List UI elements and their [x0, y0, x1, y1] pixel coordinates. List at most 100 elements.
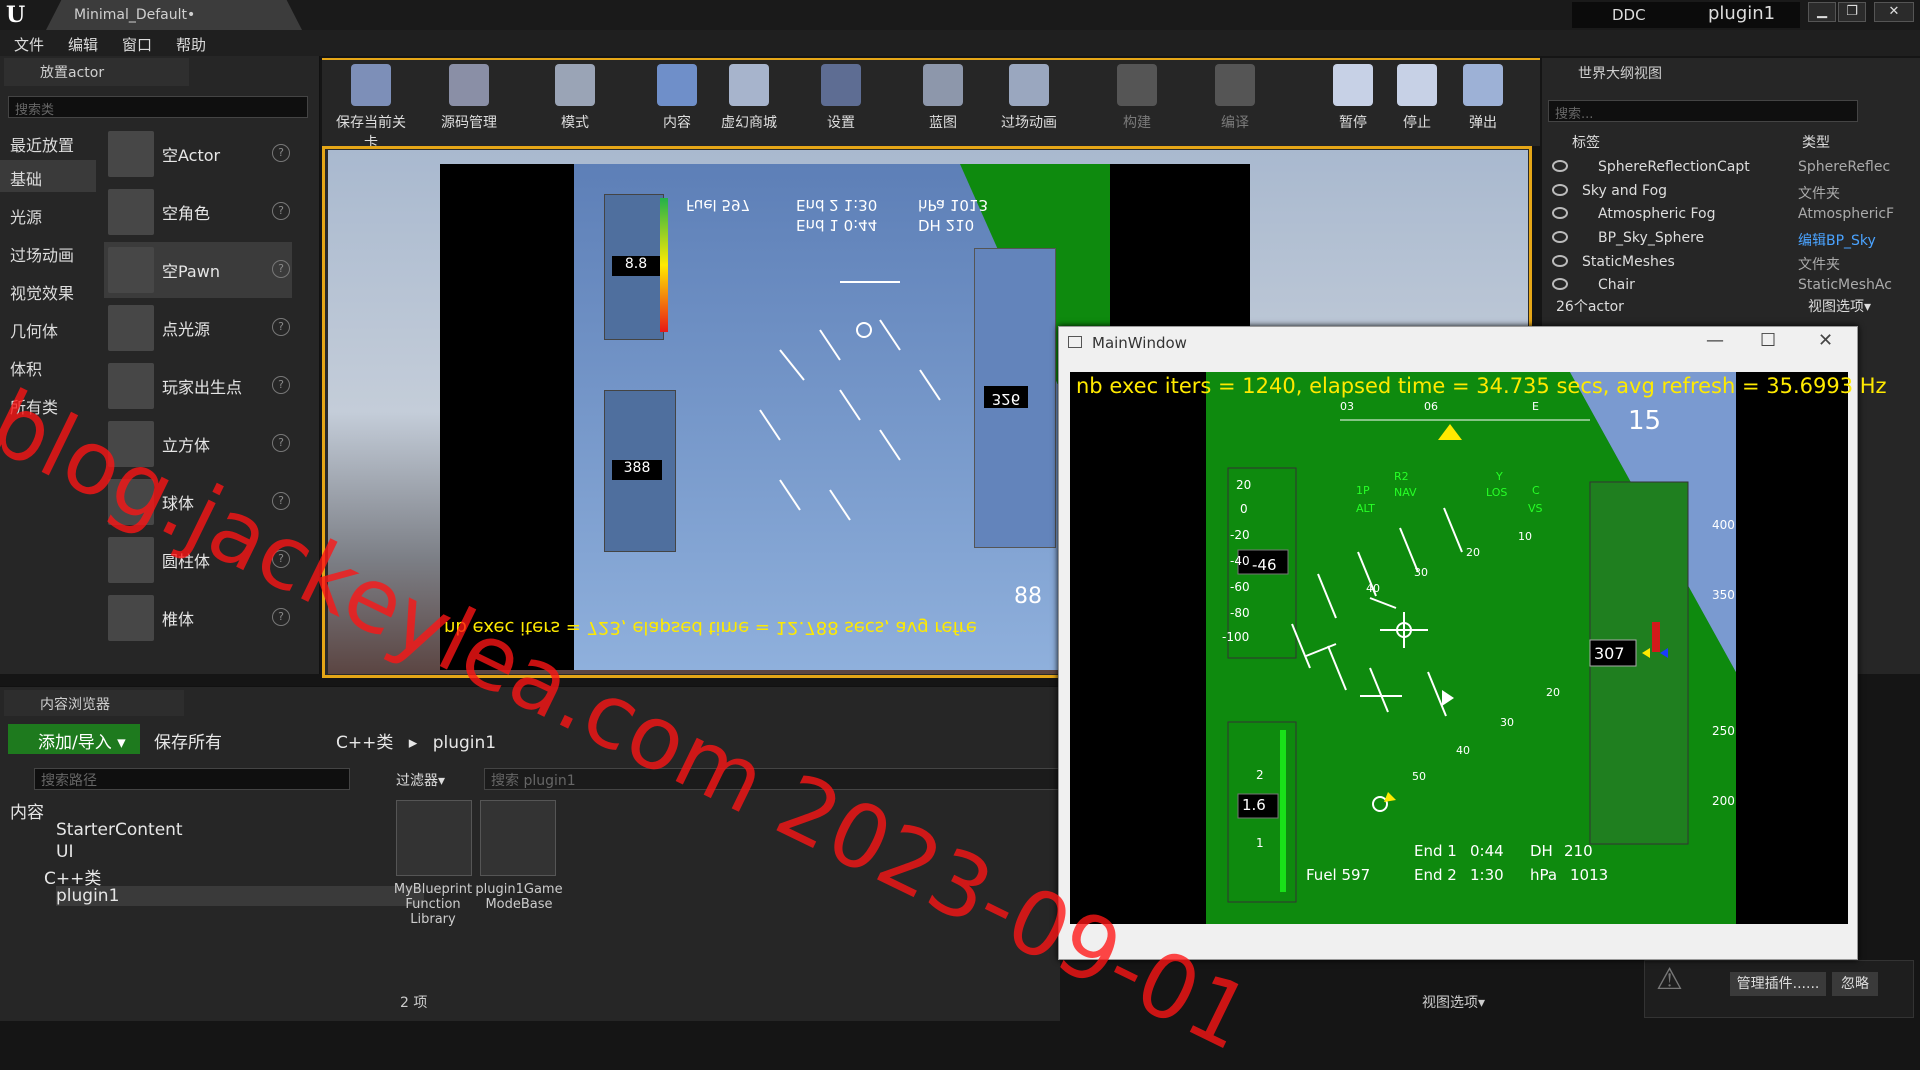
save-all-button[interactable]: 保存所有	[154, 728, 222, 753]
place-item-sphere[interactable]: 球体?	[104, 474, 292, 530]
eye-icon[interactable]	[1552, 255, 1568, 267]
content-browser-tab[interactable]: 内容浏览器	[4, 690, 184, 716]
category-cinematic[interactable]: 过场动画	[0, 236, 96, 268]
eject-button[interactable]: 弹出	[1442, 64, 1524, 142]
close-button[interactable]: ✕	[1874, 2, 1914, 22]
place-actor-tab[interactable]: 放置actor	[4, 58, 189, 86]
asset-search-input[interactable]: 搜索 plugin1	[484, 768, 1060, 790]
help-icon[interactable]: ?	[272, 318, 290, 336]
help-icon[interactable]: ?	[272, 260, 290, 278]
eye-icon[interactable]	[1552, 278, 1568, 290]
eye-icon[interactable]	[1552, 184, 1568, 196]
breadcrumb-item[interactable]: C++类	[336, 733, 393, 753]
eye-icon[interactable]	[1552, 160, 1568, 172]
outliner-row[interactable]: StaticMeshes 文件夹	[1548, 251, 1910, 275]
help-icon[interactable]: ?	[272, 492, 290, 510]
ddc-indicator[interactable]: DDC	[1572, 2, 1692, 28]
document-tab[interactable]: Minimal_Default•	[46, 0, 302, 30]
place-item-cylinder[interactable]: 圆柱体?	[104, 532, 292, 588]
filter-button[interactable]: 过滤器▾	[396, 770, 445, 790]
category-visual-effects[interactable]: 视觉效果	[0, 274, 96, 306]
help-icon[interactable]: ?	[272, 608, 290, 626]
menu-file[interactable]: 文件	[14, 34, 44, 55]
minimize-button[interactable]: ▁	[1808, 2, 1836, 22]
help-icon[interactable]: ?	[272, 550, 290, 568]
place-actor-search-input[interactable]: 搜索类	[8, 96, 308, 118]
compile-button[interactable]: 编译	[1194, 64, 1276, 142]
help-icon[interactable]: ?	[272, 202, 290, 220]
help-icon[interactable]: ?	[272, 434, 290, 452]
alt-scale-label: 250	[1712, 724, 1735, 738]
fuel-label: Fuel 597	[1306, 866, 1371, 884]
tree-item-starter-content[interactable]: StarterContent	[56, 820, 183, 840]
vs-scale-label: -40	[1230, 554, 1250, 568]
settings-button[interactable]: 设置	[800, 64, 882, 142]
place-item-empty-character[interactable]: 空角色?	[104, 184, 292, 240]
save-level-button[interactable]: 保存当前关卡	[330, 64, 412, 151]
main-window-title: MainWindow	[1092, 334, 1187, 352]
outliner-row[interactable]: Chair StaticMeshAc	[1548, 274, 1910, 290]
menu-help[interactable]: 帮助	[176, 34, 206, 55]
menu-window[interactable]: 窗口	[122, 34, 152, 55]
category-basic[interactable]: 基础	[0, 160, 96, 192]
category-recent[interactable]: 最近放置	[0, 126, 96, 158]
outliner-view-options[interactable]: 视图选项▾	[1808, 296, 1871, 316]
blueprint-button[interactable]: 蓝图	[902, 64, 984, 142]
place-item-cone[interactable]: 椎体?	[104, 590, 292, 646]
gamepad-icon[interactable]	[480, 800, 556, 876]
place-item-empty-pawn[interactable]: 空Pawn?	[104, 242, 292, 298]
tree-item-ui[interactable]: UI	[56, 842, 73, 862]
category-all-classes[interactable]: 所有类	[0, 388, 96, 420]
menu-edit[interactable]: 编辑	[68, 34, 98, 55]
place-item-cube[interactable]: 立方体?	[104, 416, 292, 472]
outliner-col-label[interactable]: 标签	[1572, 132, 1600, 152]
maximize-button[interactable]: ❐	[1838, 2, 1866, 22]
mw-minimize-button[interactable]: —	[1706, 330, 1724, 351]
outliner-row[interactable]: Sky and Fog 文件夹	[1548, 180, 1910, 204]
outliner-col-type[interactable]: 类型	[1802, 132, 1830, 152]
outliner-row[interactable]: SphereReflectionCapt SphereReflec	[1548, 156, 1910, 180]
help-icon[interactable]: ?	[272, 376, 290, 394]
mode-label: 1P	[1356, 484, 1370, 497]
content-button[interactable]: 内容	[636, 64, 718, 142]
category-geometry[interactable]: 几何体	[0, 312, 96, 344]
pitch-label: 30	[1414, 566, 1428, 579]
content-view-options[interactable]: 视图选项▾	[1422, 992, 1485, 1012]
tree-item-content[interactable]: 内容	[10, 798, 44, 823]
pitch-label: 20	[1466, 546, 1480, 559]
end1-label: End 1	[1414, 842, 1457, 860]
pitch-label: 50	[1412, 770, 1426, 783]
place-item-player-start[interactable]: 玩家出生点?	[104, 358, 292, 414]
outliner-row[interactable]: BP_Sky_Sphere 编辑BP_Sky	[1548, 227, 1910, 251]
viewport-g-bar	[660, 198, 668, 332]
build-button[interactable]: 构建	[1096, 64, 1178, 142]
alt-scale-label: 400	[1712, 518, 1735, 532]
category-lights[interactable]: 光源	[0, 198, 96, 230]
path-search-input[interactable]: 搜索路径	[34, 768, 350, 790]
modes-button[interactable]: 模式	[534, 64, 616, 142]
source-control-button[interactable]: 源码管理	[428, 64, 510, 142]
place-item-empty-actor[interactable]: 空Actor?	[104, 126, 292, 182]
manage-plugins-button[interactable]: 管理插件......	[1730, 972, 1826, 996]
mw-maximize-button[interactable]: ☐	[1760, 330, 1776, 351]
breadcrumb-item[interactable]: plugin1	[433, 733, 496, 753]
help-icon[interactable]: ?	[272, 144, 290, 162]
marketplace-button[interactable]: 虚幻商城	[708, 64, 790, 142]
pitch-label: 40	[1366, 582, 1380, 595]
add-import-button[interactable]: 添加/导入 ▾	[8, 724, 140, 754]
function-icon[interactable]	[396, 800, 472, 876]
cinematics-icon	[1009, 64, 1049, 106]
category-volumes[interactable]: 体积	[0, 350, 96, 382]
outliner-search-input[interactable]: 搜索...	[1548, 100, 1858, 122]
eye-icon[interactable]	[1552, 207, 1568, 219]
place-item-point-light[interactable]: 点光源?	[104, 300, 292, 356]
mode-label: VS	[1528, 502, 1543, 515]
outliner-row[interactable]: Atmospheric Fog AtmosphericF	[1548, 203, 1910, 227]
cinematics-button[interactable]: 过场动画	[988, 64, 1070, 142]
marketplace-icon	[729, 64, 769, 106]
tree-item-plugin1[interactable]: plugin1	[56, 886, 424, 906]
mw-close-button[interactable]: ✕	[1818, 330, 1833, 351]
world-outliner-tab[interactable]: 世界大纲视图	[1546, 60, 1746, 86]
eye-icon[interactable]	[1552, 231, 1568, 243]
ignore-button[interactable]: 忽略	[1832, 972, 1878, 996]
